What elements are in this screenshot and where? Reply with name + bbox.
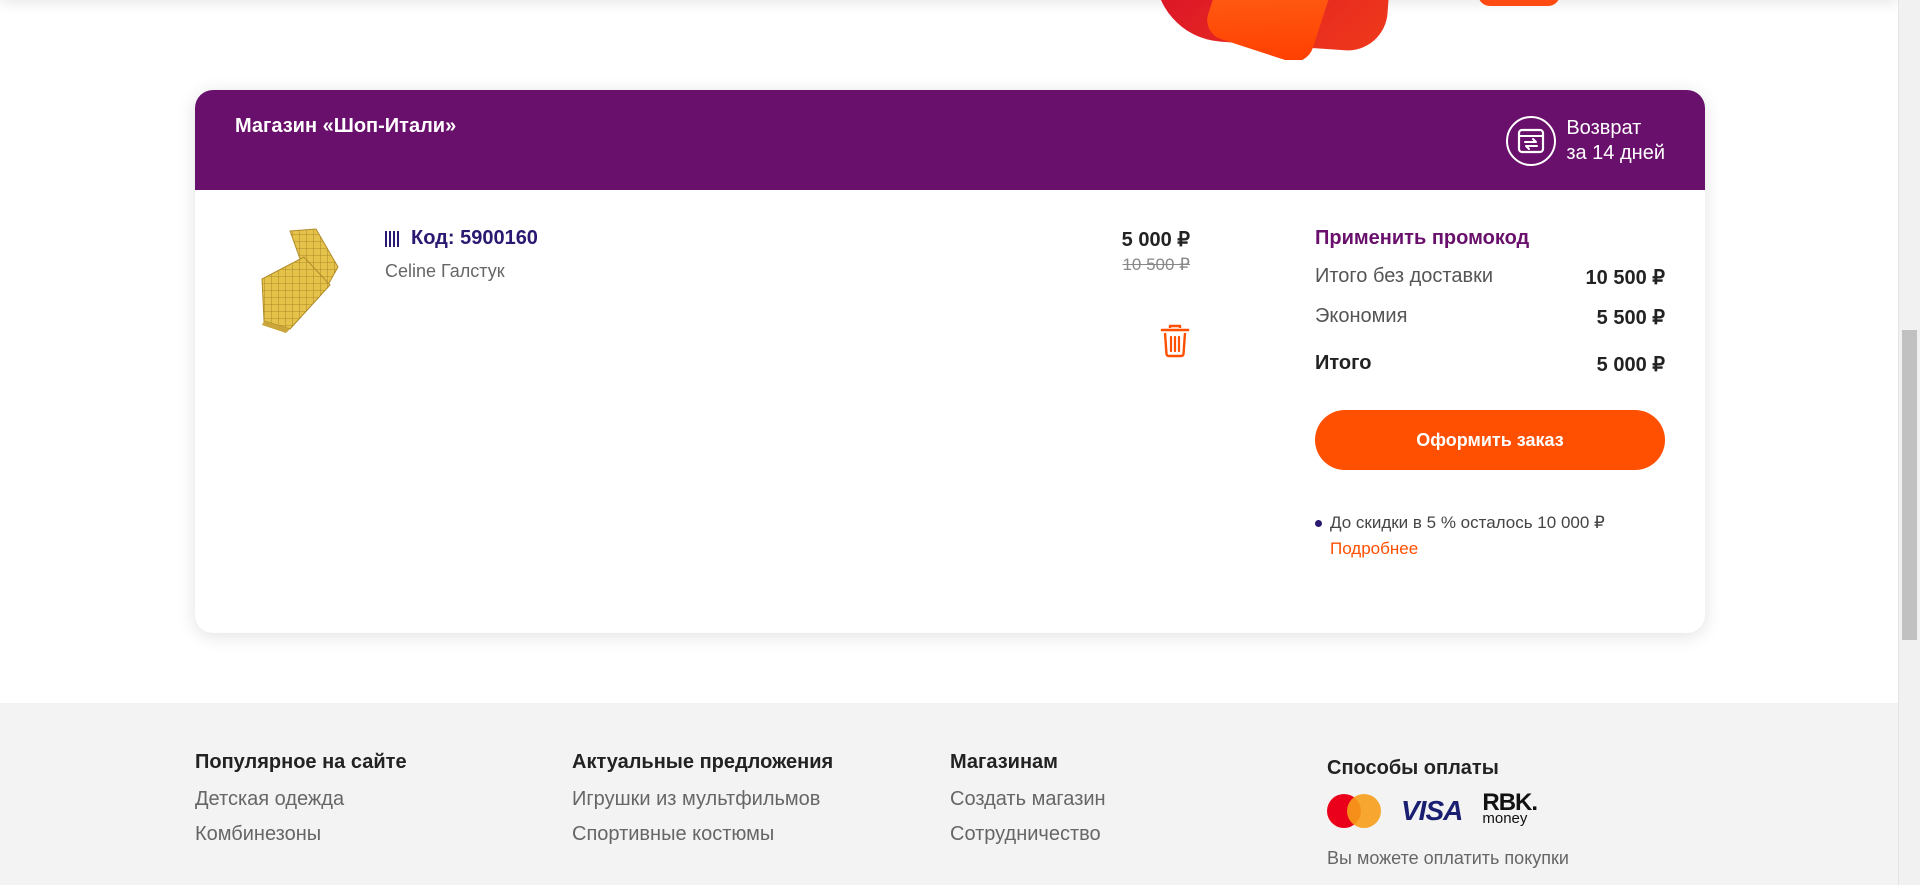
store-name[interactable]: Магазин «Шоп-Итали» bbox=[235, 115, 456, 138]
payment-description: Вы можете оплатить покупки bbox=[1327, 848, 1569, 868]
footer-offers-title: Актуальные предложения bbox=[572, 751, 834, 773]
product-name[interactable]: Celine Галстук bbox=[385, 261, 505, 282]
subtotal-value: 10 500 ₽ bbox=[1585, 267, 1665, 289]
product-image-tie[interactable] bbox=[250, 227, 340, 335]
product-code-text: Код: 5900160 bbox=[411, 227, 538, 249]
barcode-icon bbox=[385, 230, 399, 247]
return-line-2: за 14 дней bbox=[1566, 142, 1665, 164]
savings-row: Экономия 5 500 ₽ bbox=[1315, 305, 1665, 330]
subtotal-row: Итого без доставки 10 500 ₽ bbox=[1315, 265, 1665, 290]
visa-logo: VISA bbox=[1401, 795, 1463, 826]
footer-link-create-shop[interactable]: Создать магазин bbox=[950, 788, 1106, 811]
footer-shops-title: Магазинам bbox=[950, 751, 1058, 773]
delete-item-button[interactable] bbox=[1160, 324, 1190, 358]
footer-link-cartoon-toys[interactable]: Игрушки из мультфильмов bbox=[572, 788, 833, 811]
total-row: Итого 5 000 ₽ bbox=[1315, 352, 1665, 377]
product-code[interactable]: Код: 5900160 bbox=[385, 227, 538, 250]
footer-popular-column: Популярное на сайте Детская одежда Комби… bbox=[195, 751, 407, 858]
footer-link-tracksuits[interactable]: Спортивные костюмы bbox=[572, 823, 833, 846]
return-box-icon bbox=[1506, 116, 1557, 166]
payment-logos: VISA RBK. money bbox=[1327, 789, 1627, 828]
store-header: Магазин «Шоп-Итали» Возврат за 14 дней bbox=[195, 90, 1705, 190]
discount-note: До скидки в 5 % осталось 10 000 ₽ Подроб… bbox=[1315, 510, 1665, 562]
banner-ribbon-small bbox=[1478, 0, 1560, 6]
mastercard-logo bbox=[1327, 794, 1381, 828]
return-policy-badge: Возврат за 14 дней bbox=[1506, 116, 1665, 166]
total-value: 5 000 ₽ bbox=[1596, 354, 1665, 376]
apply-promo-link[interactable]: Применить промокод bbox=[1315, 227, 1665, 250]
product-old-price: 10 500 ₽ bbox=[1122, 255, 1190, 274]
page-scrollbar[interactable] bbox=[1898, 0, 1920, 885]
footer-payment-column: Способы оплаты VISA RBK. money Вы можете… bbox=[1327, 757, 1627, 870]
top-banner bbox=[0, 0, 1898, 60]
discount-note-text: До скидки в 5 % осталось 10 000 ₽ bbox=[1330, 513, 1605, 532]
checkout-button[interactable]: Оформить заказ bbox=[1315, 410, 1665, 470]
footer-link-kids-clothing[interactable]: Детская одежда bbox=[195, 788, 407, 811]
rbk-money-logo: RBK. money bbox=[1482, 789, 1538, 827]
return-line-1: Возврат bbox=[1566, 117, 1642, 139]
product-price: 5 000 ₽ bbox=[1121, 229, 1190, 251]
scrollbar-thumb[interactable] bbox=[1902, 330, 1917, 640]
savings-value: 5 500 ₽ bbox=[1596, 307, 1665, 329]
subtotal-label: Итого без доставки bbox=[1315, 265, 1494, 287]
footer-link-cooperation[interactable]: Сотрудничество bbox=[950, 823, 1106, 846]
footer-payment-title: Способы оплаты bbox=[1327, 757, 1499, 779]
rbk-logo-top: RBK. bbox=[1482, 789, 1538, 816]
store-cart-card: Магазин «Шоп-Итали» Возврат за 14 дней К… bbox=[195, 90, 1705, 633]
footer-offers-column: Актуальные предложения Игрушки из мультф… bbox=[572, 751, 833, 858]
footer-link-jumpsuits[interactable]: Комбинезоны bbox=[195, 823, 407, 846]
savings-label: Экономия bbox=[1315, 305, 1408, 327]
footer-popular-title: Популярное на сайте bbox=[195, 751, 407, 773]
bullet-dot bbox=[1315, 520, 1322, 527]
return-text: Возврат за 14 дней bbox=[1566, 116, 1665, 166]
banner-ribbon-orange bbox=[1202, 0, 1332, 60]
footer-shops-column: Магазинам Создать магазин Сотрудничество bbox=[950, 751, 1106, 858]
order-summary: Применить промокод Итого без доставки 10… bbox=[1315, 227, 1665, 562]
total-label: Итого bbox=[1315, 352, 1372, 374]
footer: Популярное на сайте Детская одежда Комби… bbox=[0, 703, 1898, 885]
trash-icon bbox=[1160, 324, 1190, 358]
more-details-link[interactable]: Подробнее bbox=[1330, 536, 1605, 562]
